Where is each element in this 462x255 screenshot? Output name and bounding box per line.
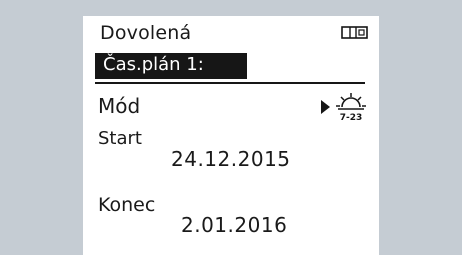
lcd-screen: Dovolená Čas.plán 1: Mód 7-23 Start 24.1…: [83, 16, 379, 255]
start-label: Start: [98, 128, 142, 149]
end-label: Konec: [98, 194, 156, 216]
header-title: Dovolená: [100, 22, 192, 44]
battery-icon: [341, 26, 368, 39]
schedule-title-bar: Čas.plán 1:: [95, 53, 247, 79]
mode-icon-caption: 7-23: [340, 113, 363, 122]
end-date-value[interactable]: 2.01.2016: [181, 215, 287, 235]
mode-label: Mód: [98, 94, 141, 118]
start-date-value[interactable]: 24.12.2015: [171, 149, 291, 169]
sun-schedule-icon[interactable]: 7-23: [334, 92, 368, 122]
schedule-title: Čas.plán 1:: [103, 54, 204, 75]
separator-line: [95, 82, 365, 84]
selection-arrow-icon: [321, 100, 330, 114]
